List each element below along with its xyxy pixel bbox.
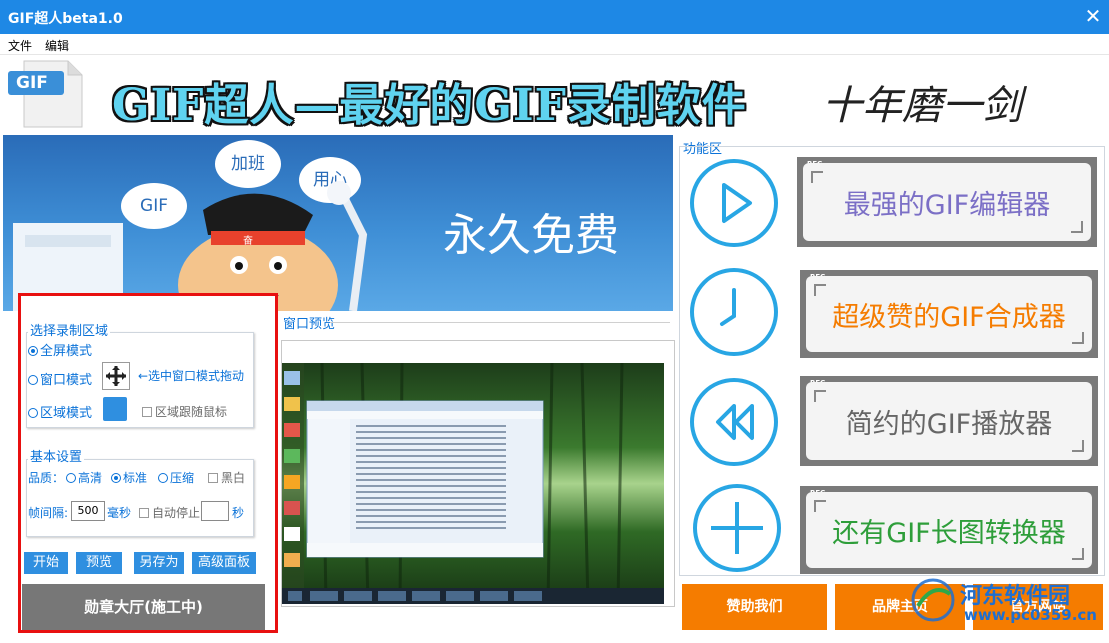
banner-title: GIF超人—最好的GIF录制软件 — [112, 80, 747, 131]
gif-file-icon: GIF — [6, 59, 84, 129]
site-watermark: 河东软件园 www.pc0359.cn — [904, 576, 1109, 626]
auto-stop-seconds-input[interactable] — [201, 501, 229, 521]
card-panel: 最强的GIF编辑器 — [803, 163, 1091, 241]
fullscreen-radio[interactable]: 全屏模式 — [28, 340, 92, 359]
preview-divider — [330, 322, 670, 323]
long-image-converter-label: 还有GIF长图转换器 — [832, 517, 1066, 549]
banner: GIF GIF超人—最好的GIF录制软件 十年磨一剑 — [0, 55, 1109, 133]
radio-icon — [28, 375, 38, 385]
watermark-url: www.pc0359.cn — [964, 606, 1097, 624]
gif-player-label: 简约的GIF播放器 — [845, 408, 1053, 440]
long-image-converter-card[interactable]: REC 还有GIF长图转换器 — [800, 486, 1098, 574]
card-panel: 简约的GIF播放器 — [806, 382, 1092, 460]
radio-icon — [28, 346, 38, 356]
advanced-panel-button[interactable]: 高级面板 — [192, 552, 256, 574]
seconds-unit: 秒 — [232, 506, 245, 520]
radio-icon — [66, 473, 76, 483]
gif-player-card[interactable]: REC 简约的GIF播放器 — [800, 376, 1098, 466]
rewind-icon — [716, 404, 754, 440]
preview-button[interactable]: 预览 — [76, 552, 122, 574]
desktop-screenshot — [282, 363, 664, 604]
checkbox-icon — [208, 473, 218, 483]
quality-hd-radio[interactable]: 高清 — [66, 469, 102, 486]
preview-label: 窗口预览 — [283, 317, 336, 332]
watermark-logo-icon — [911, 578, 955, 622]
gif-composer-button[interactable] — [690, 268, 778, 356]
card-panel: 还有GIF长图转换器 — [806, 492, 1092, 568]
frame-interval-input[interactable]: 500 — [71, 501, 105, 521]
region-mode-radio[interactable]: 区域模式 — [28, 402, 92, 421]
quality-label: 品质： — [28, 471, 65, 485]
record-area-title: 选择录制区域 — [28, 320, 111, 339]
checkbox-icon — [139, 508, 149, 518]
radio-icon — [158, 473, 168, 483]
plus-icon — [711, 502, 763, 554]
menu-file[interactable]: 文件 — [8, 37, 32, 54]
checkbox-icon — [142, 407, 152, 417]
gif-player-button[interactable] — [690, 378, 778, 466]
frame-interval-label: 帧间隔: — [28, 506, 69, 520]
close-icon[interactable]: ✕ — [1080, 3, 1106, 29]
sponsor-button[interactable]: 赞助我们 — [682, 584, 827, 630]
black-white-checkbox[interactable]: 黑白 — [208, 469, 245, 486]
gif-editor-label: 最强的GIF编辑器 — [843, 189, 1051, 221]
crosshair-drag-icon[interactable] — [102, 362, 130, 390]
ad-headline: 永久免费 — [443, 210, 619, 261]
long-image-converter-button[interactable] — [693, 484, 781, 572]
window-drag-hint: ←选中窗口模式拖动 — [138, 369, 245, 383]
region-select-button[interactable] — [103, 397, 127, 421]
radio-icon — [111, 473, 121, 483]
gif-composer-label: 超级赞的GIF合成器 — [832, 301, 1066, 333]
menu-edit[interactable]: 编辑 — [45, 37, 69, 54]
quality-compress-radio[interactable]: 压缩 — [158, 469, 194, 486]
gif-editor-button[interactable] — [690, 159, 778, 247]
quality-standard-radio[interactable]: 标准 — [111, 469, 147, 486]
window-mode-radio[interactable]: 窗口模式 — [28, 369, 92, 388]
medal-hall-button[interactable]: 勋章大厅(施工中) — [22, 584, 265, 630]
basic-settings-title: 基本设置 — [28, 446, 85, 465]
clock-icon — [720, 288, 736, 326]
save-as-button[interactable]: 另存为 — [134, 552, 184, 574]
gif-editor-card[interactable]: REC 最强的GIF编辑器 — [797, 157, 1097, 247]
auto-stop-checkbox[interactable]: 自动停止 — [139, 504, 200, 521]
logo-text: GIF — [16, 73, 48, 93]
gif-composer-card[interactable]: REC 超级赞的GIF合成器 — [800, 270, 1098, 358]
follow-mouse-checkbox[interactable]: 区域跟随鼠标 — [142, 403, 227, 420]
title-bar: GIF超人beta1.0 ✕ — [0, 0, 1109, 34]
start-button[interactable]: 开始 — [24, 552, 68, 574]
play-icon — [722, 183, 752, 223]
interval-unit: 毫秒 — [107, 506, 132, 520]
menu-bar: 文件 编辑 — [0, 34, 1109, 55]
banner-slogan: 十年磨一剑 — [822, 83, 1022, 129]
card-panel: 超级赞的GIF合成器 — [806, 276, 1092, 352]
preview-image — [282, 363, 664, 604]
radio-icon — [28, 408, 38, 418]
window-title: GIF超人beta1.0 — [8, 11, 123, 27]
ad-banner: 加班 用心 GIF 奋 永久免费 — [3, 135, 673, 311]
headband-text: 奋 — [243, 236, 253, 247]
